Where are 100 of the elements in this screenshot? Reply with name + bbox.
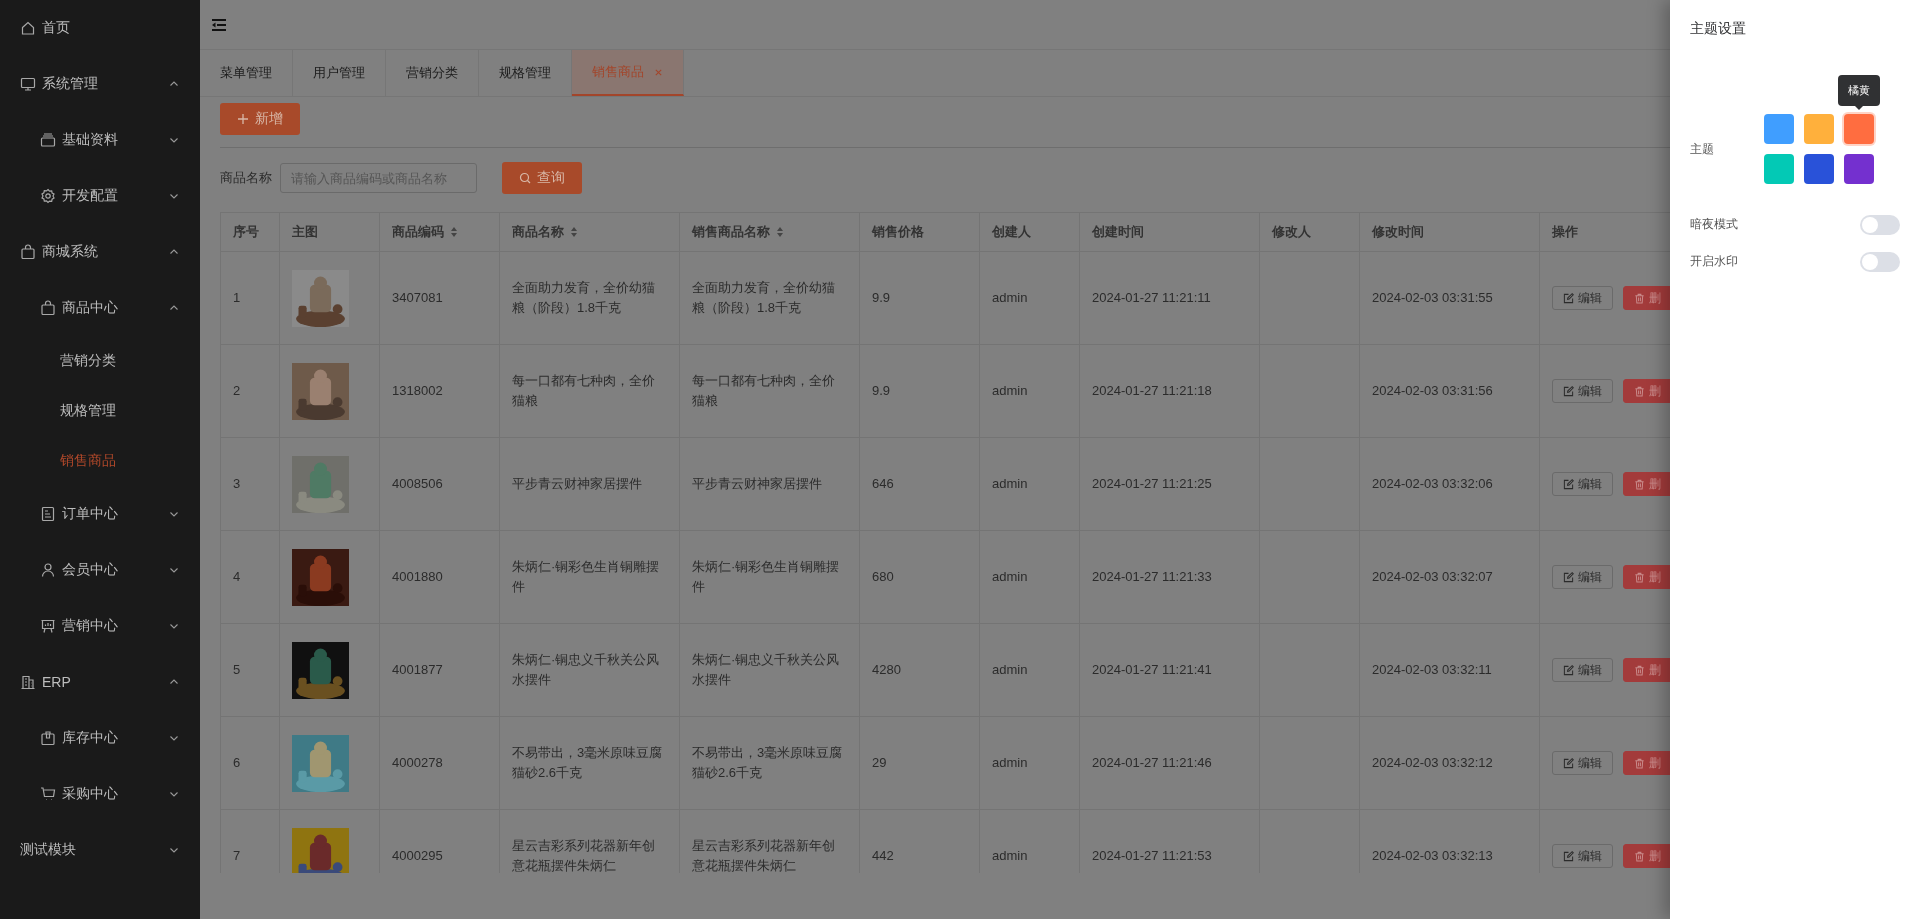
table-cell: 2 [220,344,280,438]
edit-button[interactable]: 编辑 [1552,379,1613,403]
bag-icon [40,300,56,316]
table-cell: 1318002 [379,344,500,438]
menu-item[interactable]: 商品中心 [0,280,200,336]
table-cell: admin [979,251,1080,345]
tab[interactable]: 营销分类 [386,50,479,96]
edit-button[interactable]: 编辑 [1552,565,1613,589]
menu-item[interactable]: 商城系统 [0,224,200,280]
table-cell: 2024-01-27 11:21:46 [1079,716,1260,810]
monitor-icon [20,76,36,92]
table-cell: 3 [220,437,280,531]
table-cell: 6 [220,716,280,810]
menu-item[interactable]: 订单中心 [0,486,200,542]
search-icon [519,172,531,184]
table-cell: 朱炳仁·铜忠义千秋关公风水摆件 [499,623,680,717]
color-swatch[interactable] [1844,154,1874,184]
table-cell: 4008506 [379,437,500,531]
menu-item[interactable]: 销售商品 [0,436,200,486]
table-cell: 2024-01-27 11:21:25 [1079,437,1260,531]
table-cell: 4 [220,530,280,624]
table-cell: 3407081 [379,251,500,345]
menu-item[interactable]: 采购中心 [0,766,200,822]
menu-item[interactable]: 基础资料 [0,112,200,168]
table-cell: 9.9 [859,344,980,438]
table-cell: 平步青云财神家居摆件 [679,437,860,531]
menu-item[interactable]: 开发配置 [0,168,200,224]
column-header: 主图 [279,212,380,252]
bag-icon [20,244,36,260]
color-swatch[interactable] [1804,154,1834,184]
table-cell: 朱炳仁·铜彩色生肖铜雕摆件 [499,530,680,624]
edit-button[interactable]: 编辑 [1552,472,1613,496]
toggle-switch[interactable] [1860,214,1900,235]
edit-button[interactable]: 编辑 [1552,658,1613,682]
menu-item[interactable]: ERP [0,654,200,710]
menu-item[interactable]: 规格管理 [0,386,200,436]
edit-icon [1563,478,1574,490]
menu-item[interactable]: 库存中心 [0,710,200,766]
home-icon [20,20,36,36]
edit-button[interactable]: 编辑 [1552,844,1613,868]
table-cell: admin [979,530,1080,624]
edit-button[interactable]: 编辑 [1552,286,1613,310]
table-cell: 680 [859,530,980,624]
sort-icon[interactable] [450,226,458,238]
tab[interactable]: 用户管理 [293,50,386,96]
color-swatch[interactable] [1844,114,1874,144]
table-cell: 646 [859,437,980,531]
user-icon [40,562,56,578]
table-cell: 2024-01-27 11:21:33 [1079,530,1260,624]
column-header: 销售价格 [859,212,980,252]
table-cell: admin [979,716,1080,810]
table-cell: 平步青云财神家居摆件 [499,437,680,531]
menu-fold-icon[interactable] [212,18,226,31]
column-header: 创建时间 [1079,212,1260,252]
table-cell: 2024-02-03 03:32:11 [1359,623,1540,717]
table-cell: 2024-01-27 11:21:18 [1079,344,1260,438]
edit-icon [1563,292,1574,304]
theme-label: 主题 [1690,140,1715,158]
color-swatch[interactable] [1764,154,1794,184]
sort-icon[interactable] [570,226,578,238]
table-cell: 4001880 [379,530,500,624]
trash-icon [1634,292,1645,304]
table-cell: 4001877 [379,623,500,717]
setting-label: 开启水印 [1690,253,1738,270]
menu-item[interactable]: 会员中心 [0,542,200,598]
table-cell: admin [979,344,1080,438]
building-icon [20,674,36,690]
edit-button[interactable]: 编辑 [1552,751,1613,775]
color-swatch[interactable] [1804,114,1834,144]
color-swatch[interactable] [1764,114,1794,144]
drawer-title: 主题设置 [1690,20,1747,38]
table-cell: 朱炳仁·铜彩色生肖铜雕摆件 [679,530,860,624]
table-cell: admin [979,623,1080,717]
table-cell: 2024-02-03 03:31:55 [1359,251,1540,345]
menu-item[interactable]: 营销分类 [0,336,200,386]
plus-icon [237,113,249,125]
menu-item[interactable]: 系统管理 [0,56,200,112]
table-cell: 29 [859,716,980,810]
tab[interactable]: 菜单管理 [200,50,293,96]
table-cell: 1 [220,251,280,345]
close-icon[interactable] [654,67,663,77]
trash-icon [1634,850,1645,862]
table-cell: 4000278 [379,716,500,810]
sort-icon[interactable] [776,226,784,238]
table-cell: 4280 [859,623,980,717]
edit-icon [1563,664,1574,676]
column-header: 商品名称 [499,212,680,252]
column-header: 修改时间 [1359,212,1540,252]
menu-item[interactable]: 测试模块 [0,822,200,878]
table-cell: 2024-02-03 03:32:07 [1359,530,1540,624]
table-cell: 全面助力发育，全价幼猫粮（阶段）1.8千克 [499,251,680,345]
menu-item[interactable]: 营销中心 [0,598,200,654]
table-cell: 2024-02-03 03:32:12 [1359,716,1540,810]
cart-icon [40,786,56,802]
toggle-switch[interactable] [1860,251,1900,272]
query-button[interactable]: 查询 [502,162,582,194]
add-button[interactable]: 新增 [220,103,300,135]
gear-icon [40,188,56,204]
table-cell: 2024-02-03 03:31:56 [1359,344,1540,438]
menu-item[interactable]: 首页 [0,0,200,56]
